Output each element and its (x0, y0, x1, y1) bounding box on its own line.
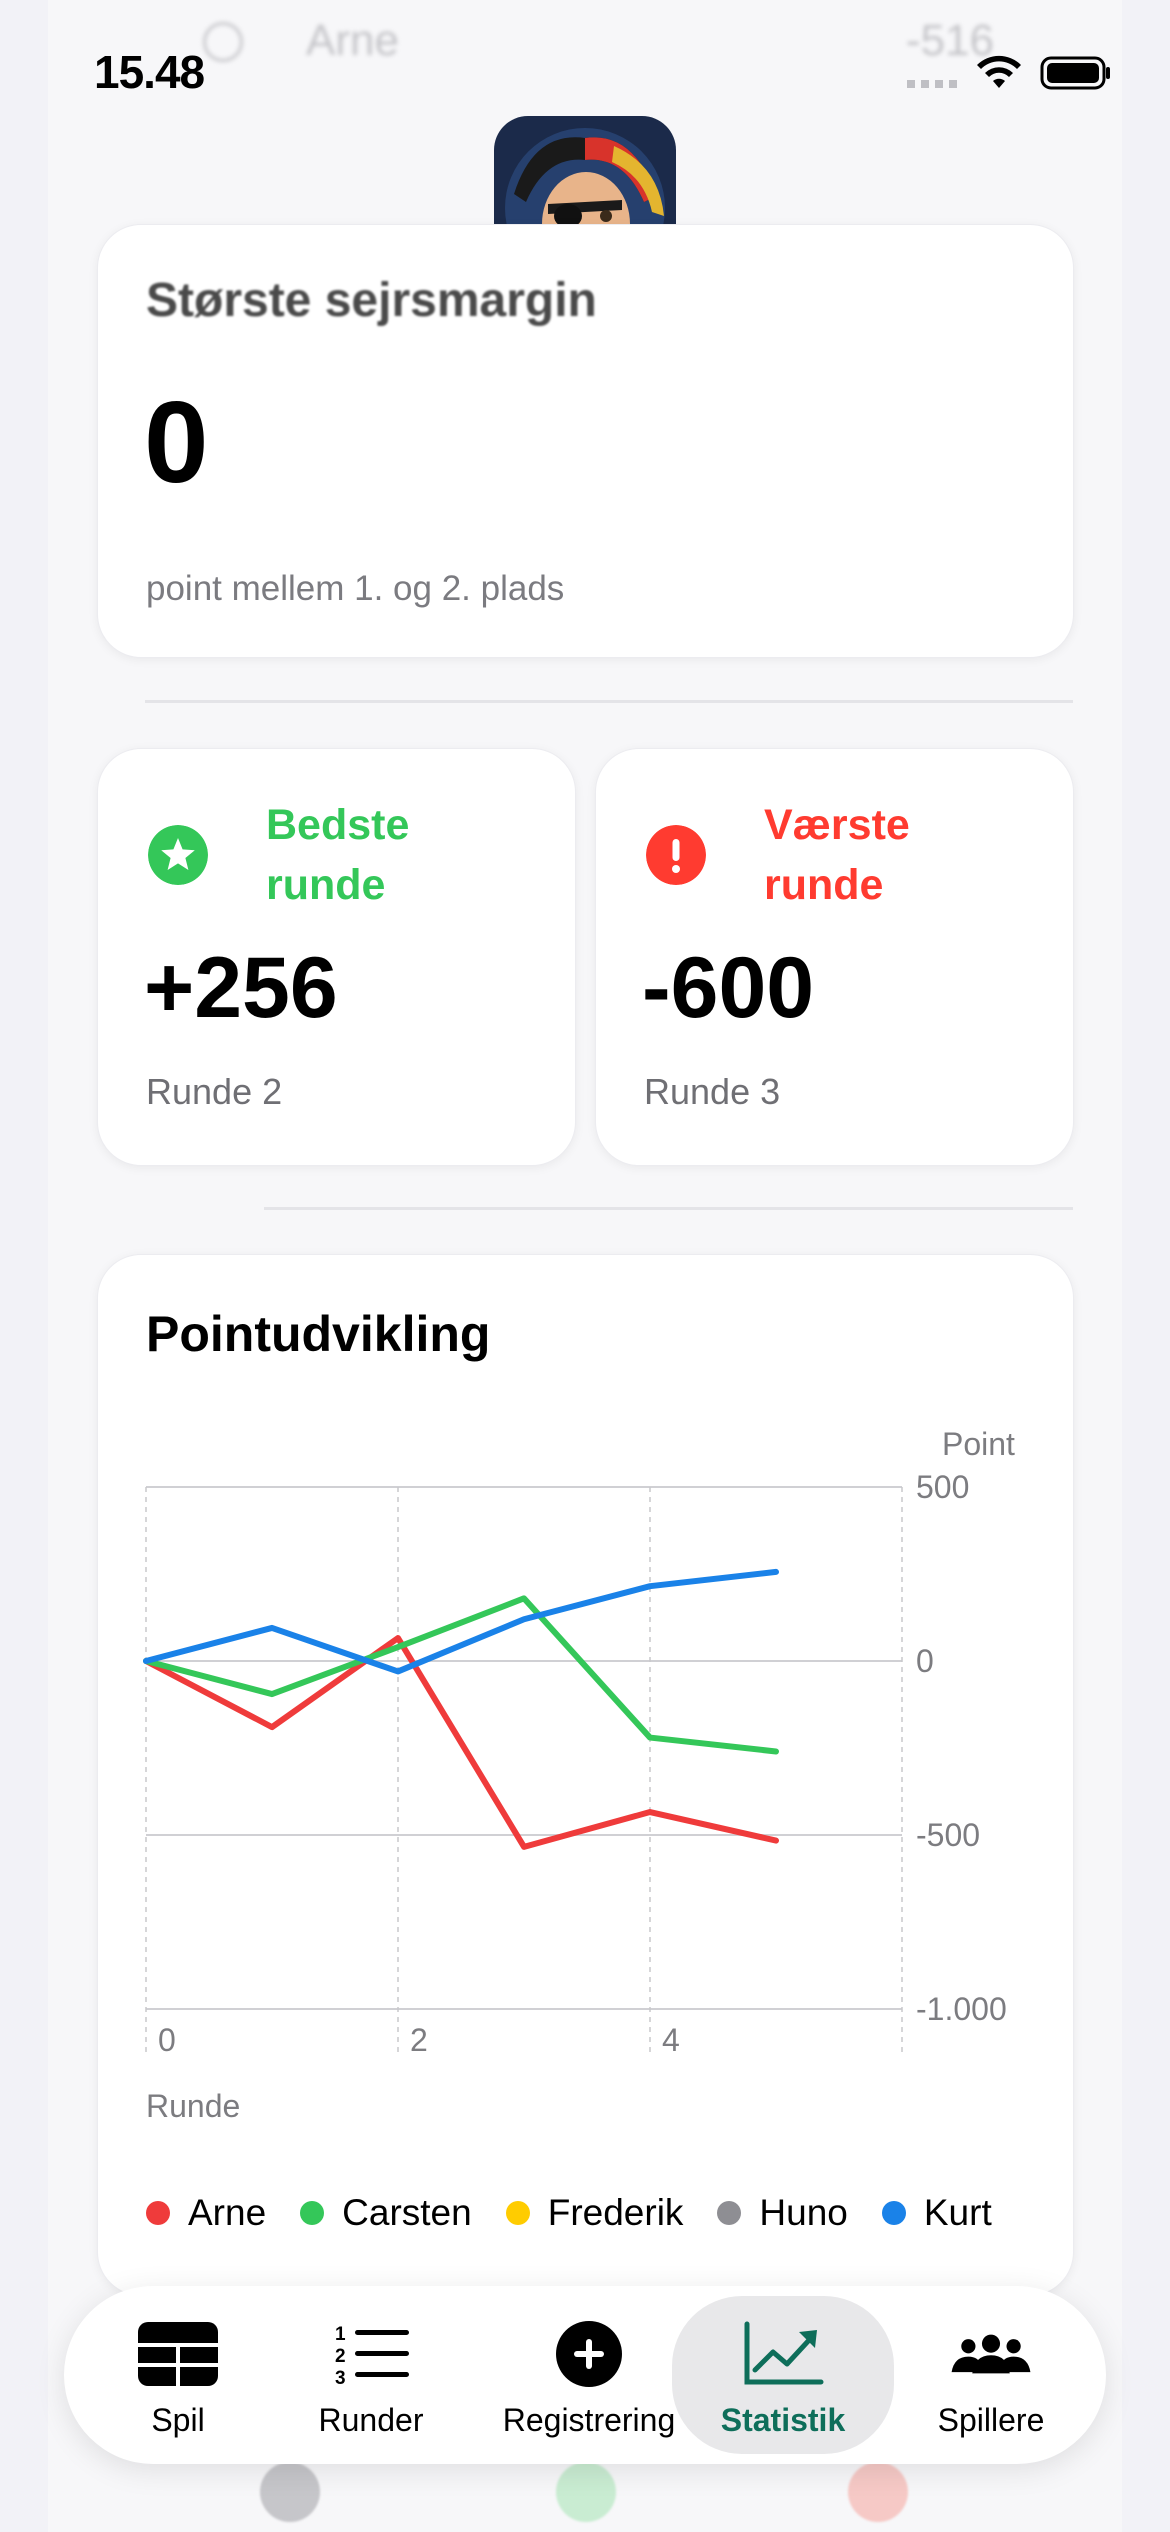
section-divider (264, 1207, 1073, 1210)
tab-registrering-label: Registrering (502, 2402, 676, 2438)
margin-card: Største sejrsmargin 0 point mellem 1. og… (97, 224, 1074, 658)
legend-label: Huno (759, 2192, 848, 2233)
legend-label: Frederik (547, 2192, 684, 2233)
legend-label: Arne (188, 2192, 267, 2233)
legend-dot (146, 2201, 170, 2225)
y-tick-label: -500 (916, 1817, 980, 1853)
tab-statistik-label: Statistik (720, 2402, 846, 2438)
x-tick-label: 0 (158, 2022, 176, 2058)
y-tick-label: 0 (916, 1643, 934, 1679)
chart-icon (744, 2321, 824, 2385)
tab-bar: Spil 123 Runder Registrering Statistik S… (64, 2286, 1106, 2464)
status-time: 15.48 (94, 46, 205, 98)
numbered-list-icon: 123 (335, 2324, 409, 2388)
legend-item-kurt: Kurt (881, 2192, 992, 2234)
legend-dot (717, 2201, 742, 2225)
margin-value: 0 (144, 377, 209, 507)
worst-round-title-line1: Værste (764, 801, 910, 849)
people-icon (951, 2334, 1031, 2374)
hash-icon (260, 2462, 320, 2522)
margin-title: Største sejrsmargin (146, 274, 597, 327)
section-divider (145, 700, 1073, 703)
series-line-carsten (143, 1595, 779, 1755)
worst-round-value: -600 (642, 940, 815, 1036)
y-tick-label: 500 (916, 1469, 969, 1505)
svg-text:3: 3 (335, 2368, 346, 2388)
best-round-card: Bedste runde +256 Runde 2 (97, 748, 576, 1166)
worst-round-title-line2: runde (764, 861, 884, 909)
x-tick-label: 4 (662, 2022, 680, 2058)
battery-icon (1040, 56, 1110, 90)
worst-round-subtitle: Runde 3 (644, 1071, 781, 1112)
underlay-name: Arne (306, 16, 399, 65)
legend-label: Carsten (342, 2192, 472, 2233)
legend-dot (881, 2201, 906, 2225)
tab-spillere-label: Spillere (937, 2402, 1045, 2438)
table-icon (138, 2322, 218, 2386)
tab-spil-label: Spil (151, 2402, 205, 2438)
worst-round-card: Værste runde -600 Runde 3 (595, 748, 1074, 1166)
chart-card: Pointudvikling 500 0 -500 -1.000 0 2 4 Point Run… (97, 1254, 1074, 2296)
tab-spil[interactable]: Spil (104, 2286, 252, 2464)
legend-dot (505, 2201, 530, 2225)
legend-dot (300, 2201, 325, 2225)
legend-item-huno: Huno (717, 2192, 848, 2234)
down-arrow-icon (848, 2462, 908, 2522)
best-round-subtitle: Runde 2 (146, 1071, 283, 1112)
x-axis-title: Runde (146, 2088, 240, 2124)
tab-statistik[interactable]: Statistik (672, 2296, 894, 2454)
chart-legend: Arne Carsten Frederik Huno Kurt (146, 2183, 1026, 2243)
points-line-chart: 500 0 -500 -1.000 0 2 4 Point Runde (143, 1426, 1015, 2124)
y-tick-label: -1.000 (916, 1991, 1007, 2027)
tab-spillere[interactable]: Spillere (896, 2286, 1086, 2464)
x-tick-label: 2 (410, 2022, 428, 2058)
plus-circle-icon (556, 2321, 622, 2387)
y-axis-title: Point (942, 1426, 1015, 1462)
best-round-title-line1: Bedste (266, 801, 410, 849)
svg-text:2: 2 (335, 2346, 346, 2367)
underlay-rank-icon (203, 22, 243, 62)
exclamation-icon (646, 825, 706, 885)
signal-icon (907, 80, 959, 88)
legend-item-carsten: Carsten (300, 2192, 472, 2234)
best-round-value: +256 (144, 940, 338, 1036)
legend-item-arne: Arne (146, 2192, 266, 2234)
margin-subtitle: point mellem 1. og 2. plads (146, 569, 565, 608)
worst-round-title: Værste runde (764, 795, 910, 915)
svg-text:1: 1 (335, 2324, 346, 2345)
star-icon (148, 825, 208, 885)
tab-runder-label: Runder (318, 2402, 424, 2438)
up-arrow-icon (556, 2462, 616, 2522)
best-round-title-line2: runde (266, 861, 386, 909)
tab-runder[interactable]: 123 Runder (296, 2286, 446, 2464)
legend-item-frederik: Frederik (505, 2192, 684, 2234)
best-round-title: Bedste runde (266, 795, 409, 915)
legend-label: Kurt (923, 2192, 992, 2233)
wifi-icon (977, 55, 1021, 88)
tab-registrering[interactable]: Registrering (474, 2286, 704, 2464)
